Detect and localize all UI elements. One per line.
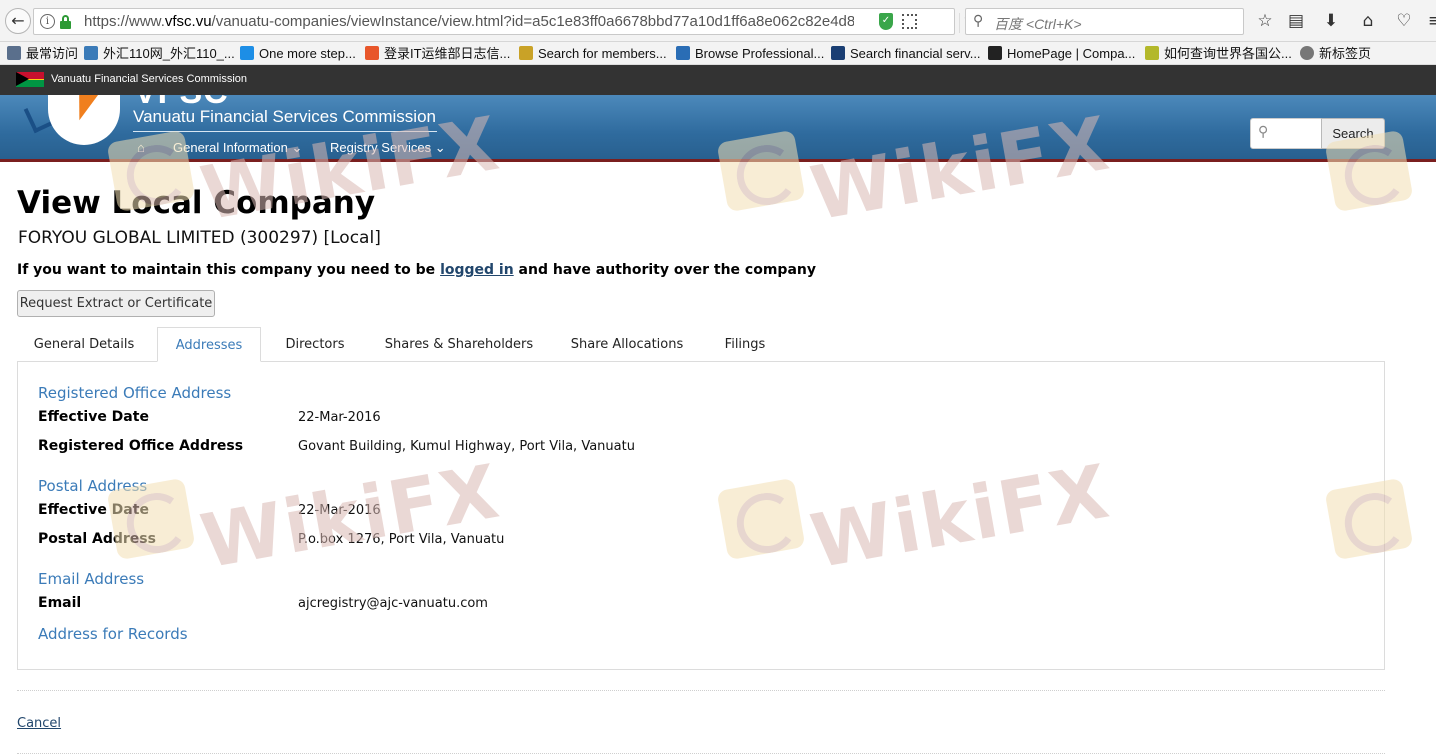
bookmark-item[interactable]: 外汇110网_外汇110_... (84, 45, 235, 63)
divider (17, 753, 1385, 754)
effective-date-label: Effective Date (38, 502, 149, 518)
browser-toolbar: ← i https://www.vfsc.vu/vanuatu-companie… (0, 0, 1436, 42)
maintain-notice: If you want to maintain this company you… (17, 262, 816, 278)
addresses-panel: Registered Office Address Effective Date… (17, 361, 1385, 670)
site-name: Vanuatu Financial Services Commission (133, 107, 436, 126)
tab-filings[interactable]: Filings (709, 327, 781, 362)
pocket-icon[interactable]: ♡ (1393, 10, 1415, 32)
bookmark-item[interactable]: 最常访问 (7, 45, 78, 63)
search-placeholder: 百度 <Ctrl+K> (994, 16, 1082, 32)
tab-addresses[interactable]: Addresses (157, 327, 261, 362)
bookmarks-bar: 最常访问 外汇110网_外汇110_... One more step... 登… (0, 42, 1436, 65)
company-name: FORYOU GLOBAL LIMITED (300297) [Local] (18, 228, 381, 248)
bookmark-favicon-icon (988, 46, 1002, 60)
logged-in-link[interactable]: logged in (440, 262, 514, 278)
registered-office-heading: Registered Office Address (38, 384, 232, 402)
bookmark-item[interactable]: Search for members... (519, 45, 667, 63)
postal-address-heading: Postal Address (38, 477, 148, 495)
bookmark-item[interactable]: HomePage | Compa... (988, 45, 1135, 63)
site-search-input[interactable]: ⚲ (1250, 118, 1322, 149)
bookmark-item[interactable]: Search financial serv... (831, 45, 981, 63)
bookmark-item[interactable]: One more step... (240, 45, 356, 63)
nav-registry-services[interactable]: Registry Services ⌄ (330, 140, 446, 156)
search-icon: ⚲ (973, 13, 984, 29)
postal-address-label: Postal Address (38, 531, 156, 547)
tab-general-details[interactable]: General Details (17, 327, 151, 362)
address-bar[interactable]: i https://www.vfsc.vu/vanuatu-companies/… (33, 8, 977, 35)
vfsc-logo[interactable] (23, 95, 120, 145)
email-value: ajcregistry@ajc-vanuatu.com (298, 596, 488, 611)
effective-date-value: 22-Mar-2016 (298, 503, 381, 518)
effective-date-value: 22-Mar-2016 (298, 410, 381, 425)
email-label: Email (38, 595, 82, 611)
bookmark-favicon-icon (1145, 46, 1159, 60)
cancel-link[interactable]: Cancel (17, 716, 61, 731)
effective-date-label: Effective Date (38, 409, 149, 425)
bookmark-favicon-icon (519, 46, 533, 60)
bookmark-item[interactable]: Browse Professional... (676, 45, 824, 63)
strip-title: Vanuatu Financial Services Commission (51, 73, 248, 85)
folder-icon (7, 46, 21, 60)
site-search-button[interactable]: Search (1321, 118, 1385, 149)
bookmark-item[interactable]: 登录IT运维部日志信... (365, 45, 510, 63)
tab-bar: General Details Addresses Directors Shar… (17, 327, 1385, 362)
bookmark-favicon-icon (84, 46, 98, 60)
clipboard-icon[interactable]: ▤ (1285, 10, 1307, 32)
bookmark-favicon-icon (676, 46, 690, 60)
site-banner: VFSC Vanuatu Financial Services Commissi… (0, 95, 1436, 162)
download-icon[interactable]: ⬇ (1320, 10, 1342, 32)
bookmark-favicon-icon (365, 46, 379, 60)
nav-general-information[interactable]: General Information ⌄ (173, 140, 302, 156)
qr-code-icon[interactable] (902, 14, 917, 29)
request-extract-button[interactable]: Request Extract or Certificate (17, 290, 215, 317)
divider (17, 690, 1385, 691)
site-top-strip: Vanuatu Financial Services Commission (0, 65, 1436, 95)
back-arrow-icon[interactable]: ← (5, 8, 31, 34)
globe-icon (1300, 46, 1314, 60)
compass-icon (831, 46, 845, 60)
cloud-icon (240, 46, 254, 60)
address-for-records-heading: Address for Records (38, 625, 188, 643)
star-icon[interactable]: ☆ (1254, 10, 1276, 32)
bookmark-item[interactable]: 新标签页 (1300, 45, 1371, 63)
info-icon[interactable]: i (40, 14, 55, 29)
tab-directors[interactable]: Directors (267, 327, 363, 362)
home-icon[interactable]: ⌂ (1357, 10, 1379, 32)
home-icon[interactable]: ⌂ (137, 140, 145, 155)
tab-share-allocations[interactable]: Share Allocations (555, 327, 699, 362)
menu-icon[interactable]: ≡ (1424, 10, 1436, 32)
url-text[interactable]: https://www.vfsc.vu/vanuatu-companies/vi… (84, 13, 854, 30)
search-icon: ⚲ (1258, 124, 1269, 140)
postal-address-value: P.o.box 1276, Port Vila, Vanuatu (298, 532, 505, 547)
tab-shares-shareholders[interactable]: Shares & Shareholders (373, 327, 545, 362)
registered-office-label: Registered Office Address (38, 438, 244, 454)
header-rule (133, 131, 437, 132)
page-title: View Local Company (17, 185, 376, 221)
lock-icon[interactable] (60, 15, 71, 29)
bookmark-item[interactable]: 如何查询世界各国公... (1145, 45, 1292, 63)
vanuatu-flag-icon (16, 72, 44, 87)
browser-search-input[interactable]: ⚲ 百度 <Ctrl+K> (965, 8, 1244, 35)
main-content: View Local Company FORYOU GLOBAL LIMITED… (0, 165, 1436, 755)
registered-office-value: Govant Building, Kumul Highway, Port Vil… (298, 439, 635, 454)
email-address-heading: Email Address (38, 570, 145, 588)
shield-check-icon[interactable]: ✓ (879, 13, 893, 30)
